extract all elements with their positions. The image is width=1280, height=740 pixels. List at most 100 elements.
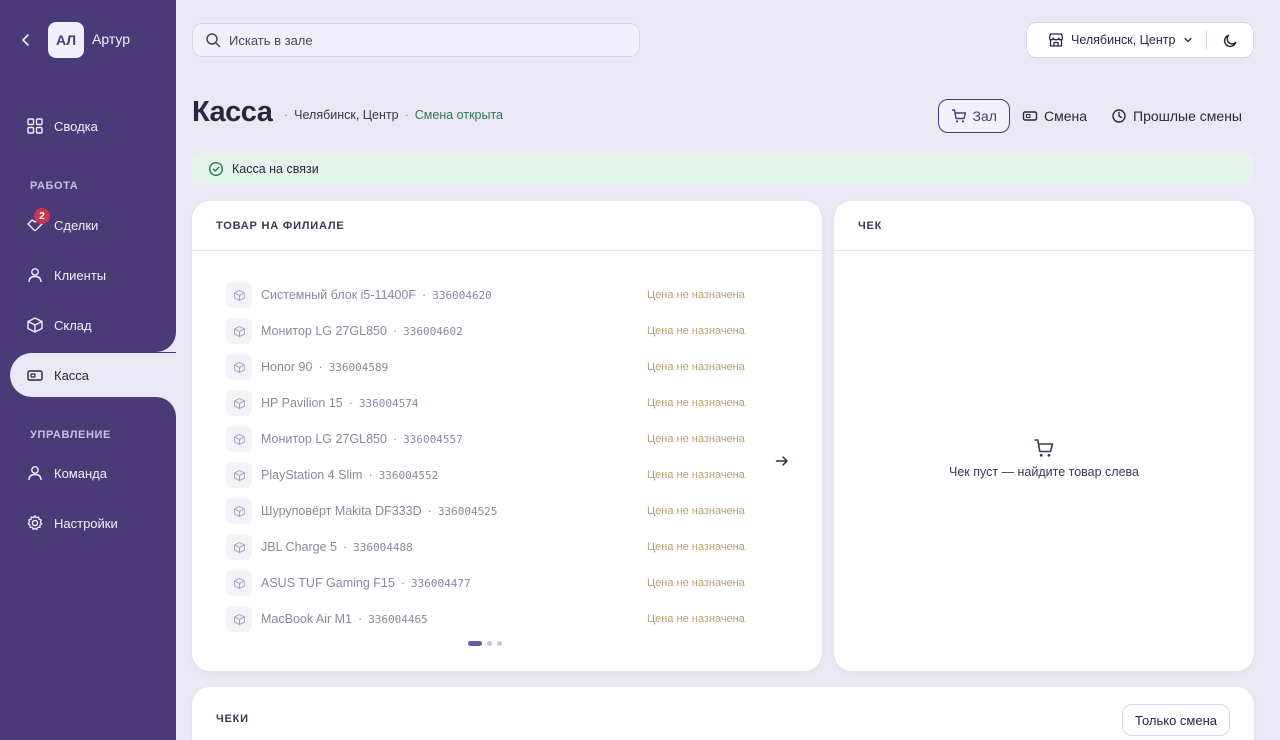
tab-past-shifts[interactable]: Прошлые смены xyxy=(1099,99,1254,133)
separator-dot: · xyxy=(392,432,398,446)
box-icon xyxy=(26,316,44,334)
pagination-dot[interactable] xyxy=(497,641,502,646)
tab-shift[interactable]: Смена xyxy=(1010,99,1099,133)
sidebar-item-team[interactable]: Команда xyxy=(10,451,176,495)
product-name: JBL Charge 5 xyxy=(261,540,337,554)
cube-icon xyxy=(226,282,252,308)
product-name: Монитор LG 27GL850 xyxy=(261,432,387,446)
tab-hall-label: Зал xyxy=(972,108,997,124)
page-subtitle: · Челябинск, Центр · Смена открыта xyxy=(278,108,503,122)
product-name: ASUS TUF Gaming F15 xyxy=(261,576,395,590)
sidebar-item-label: Сводка xyxy=(54,118,98,134)
pagination-dots xyxy=(468,641,507,646)
receipt-empty-state: Чек пуст — найдите товар слева xyxy=(834,437,1254,479)
product-price-status: Цена не назначена xyxy=(647,433,745,445)
product-name: MacBook Air M1 xyxy=(261,612,353,626)
product-row[interactable]: JBL Charge 5 · 336004488 Цена не назначена xyxy=(226,529,756,565)
product-price-status: Цена не назначена xyxy=(647,325,745,337)
cube-icon xyxy=(226,606,252,632)
separator-dot: · xyxy=(400,576,406,590)
branch-select-value: Челябинск, Центр xyxy=(1071,33,1176,47)
receipt-card-title: ЧЕК xyxy=(834,201,1254,251)
cube-icon xyxy=(226,462,252,488)
pagination-dot[interactable] xyxy=(468,641,482,646)
separator-dot: · xyxy=(404,108,409,122)
product-sku: 336004589 xyxy=(328,360,389,374)
mode-tabs: Зал Смена Прошлые смены xyxy=(937,99,1254,133)
theme-toggle-button[interactable] xyxy=(1207,23,1253,57)
product-name: Системный блок i5-11400F xyxy=(261,288,417,302)
avatar[interactable]: АЛ xyxy=(48,22,84,58)
sidebar-item-label: Касса xyxy=(54,367,90,383)
goods-card-title: ТОВАР НА ФИЛИАЛЕ xyxy=(192,201,822,251)
cart-icon xyxy=(951,109,966,123)
product-price-status: Цена не назначена xyxy=(647,613,745,625)
product-list: Системный блок i5-11400F · 336004620 Цена н… xyxy=(226,277,756,637)
sidebar-item-label: Команда xyxy=(54,465,107,481)
handshake-icon: 2 xyxy=(26,208,50,234)
product-name: Honor 90 xyxy=(261,360,313,374)
product-price-status: Цена не назначена xyxy=(647,361,745,373)
deals-count-badge: 2 xyxy=(34,208,50,224)
branch-select[interactable]: Челябинск, Центр xyxy=(1027,23,1206,57)
receipts-card-title: ЧЕКИ xyxy=(216,713,249,725)
product-row[interactable]: MacBook Air M1 · 336004465 Цена не назначен… xyxy=(226,601,756,637)
chevron-down-icon xyxy=(1184,37,1193,43)
sidebar-item-warehouse[interactable]: Склад xyxy=(10,303,176,347)
separator-dot: · xyxy=(318,360,323,374)
user-icon xyxy=(26,464,44,482)
chevron-left-icon[interactable] xyxy=(20,32,32,48)
product-row[interactable]: PlayStation 4 Slim · 336004552 Цена не назн… xyxy=(226,457,756,493)
product-sku: 336004552 xyxy=(378,468,439,482)
product-row[interactable]: Монитор LG 27GL850 · 336004557 Цена не назн… xyxy=(226,421,756,457)
tab-shift-label: Смена xyxy=(1043,108,1088,124)
cube-icon xyxy=(226,570,252,596)
moon-icon xyxy=(1223,34,1237,47)
product-name: Шуруповёрт Makita DF333D xyxy=(261,504,422,518)
sidebar-item-cashdesk[interactable]: Касса xyxy=(10,353,176,397)
clock-icon xyxy=(1112,109,1126,123)
receipt-empty-text: Чек пуст — найдите товар слева xyxy=(948,465,1139,479)
pagination-dot[interactable] xyxy=(487,641,492,646)
sidebar-item-deals[interactable]: 2 Сделки xyxy=(10,203,176,247)
sidebar-item-label: Склад xyxy=(54,317,92,333)
product-sku: 336004620 xyxy=(432,288,492,302)
product-row[interactable]: HP Pavilion 15 · 336004574 Цена не назначен… xyxy=(226,385,756,421)
arrow-right-icon[interactable] xyxy=(774,453,790,469)
product-sku: 336004488 xyxy=(353,540,413,554)
sidebar-item-label: Сделки xyxy=(54,217,99,233)
branch-goods-card: ТОВАР НА ФИЛИАЛЕ Системный блок i5-11400… xyxy=(192,201,822,671)
product-row[interactable]: ASUS TUF Gaming F15 · 336004477 Цена не наз… xyxy=(226,565,756,601)
product-price-status: Цена не назначена xyxy=(647,469,745,481)
product-name: Монитор LG 27GL850 xyxy=(261,324,387,338)
store-icon xyxy=(1048,33,1064,47)
search-icon xyxy=(206,33,221,48)
cube-icon xyxy=(226,426,252,452)
connection-status-text: Касса на связи xyxy=(232,162,319,176)
sidebar-item-summary[interactable]: Сводка xyxy=(10,104,176,148)
product-row[interactable]: Honor 90 · 336004589 Цена не назначена xyxy=(226,349,756,385)
sidebar-item-clients[interactable]: Клиенты xyxy=(10,253,176,297)
product-sku: 336004465 xyxy=(368,612,428,626)
product-sku: 336004477 xyxy=(411,576,471,590)
only-shift-filter-button[interactable]: Только смена xyxy=(1122,704,1230,736)
search-input[interactable] xyxy=(229,32,609,48)
cube-icon xyxy=(226,390,252,416)
check-circle-icon xyxy=(208,161,224,177)
cube-icon xyxy=(226,534,252,560)
product-row[interactable]: Монитор LG 27GL850 · 336004602 Цена не назн… xyxy=(226,313,756,349)
product-name: PlayStation 4 Slim xyxy=(261,468,363,482)
ticket-icon xyxy=(1022,111,1038,121)
separator-dot: · xyxy=(427,504,432,518)
product-row[interactable]: Шуруповёрт Makita DF333D · 336004525 Цена н… xyxy=(226,493,756,529)
product-sku: 336004602 xyxy=(403,324,463,338)
separator-dot: · xyxy=(348,396,353,410)
sidebar-item-settings[interactable]: Настройки xyxy=(10,501,176,545)
nav-section-manage: УПРАВЛЕНИЕ xyxy=(30,429,111,441)
user-name: Артур xyxy=(92,31,131,47)
separator-dot: · xyxy=(342,540,348,554)
tab-hall[interactable]: Зал xyxy=(937,99,1010,133)
cube-icon xyxy=(226,318,252,344)
separator-dot: · xyxy=(392,324,398,338)
product-row[interactable]: Системный блок i5-11400F · 336004620 Цена н… xyxy=(226,277,756,313)
